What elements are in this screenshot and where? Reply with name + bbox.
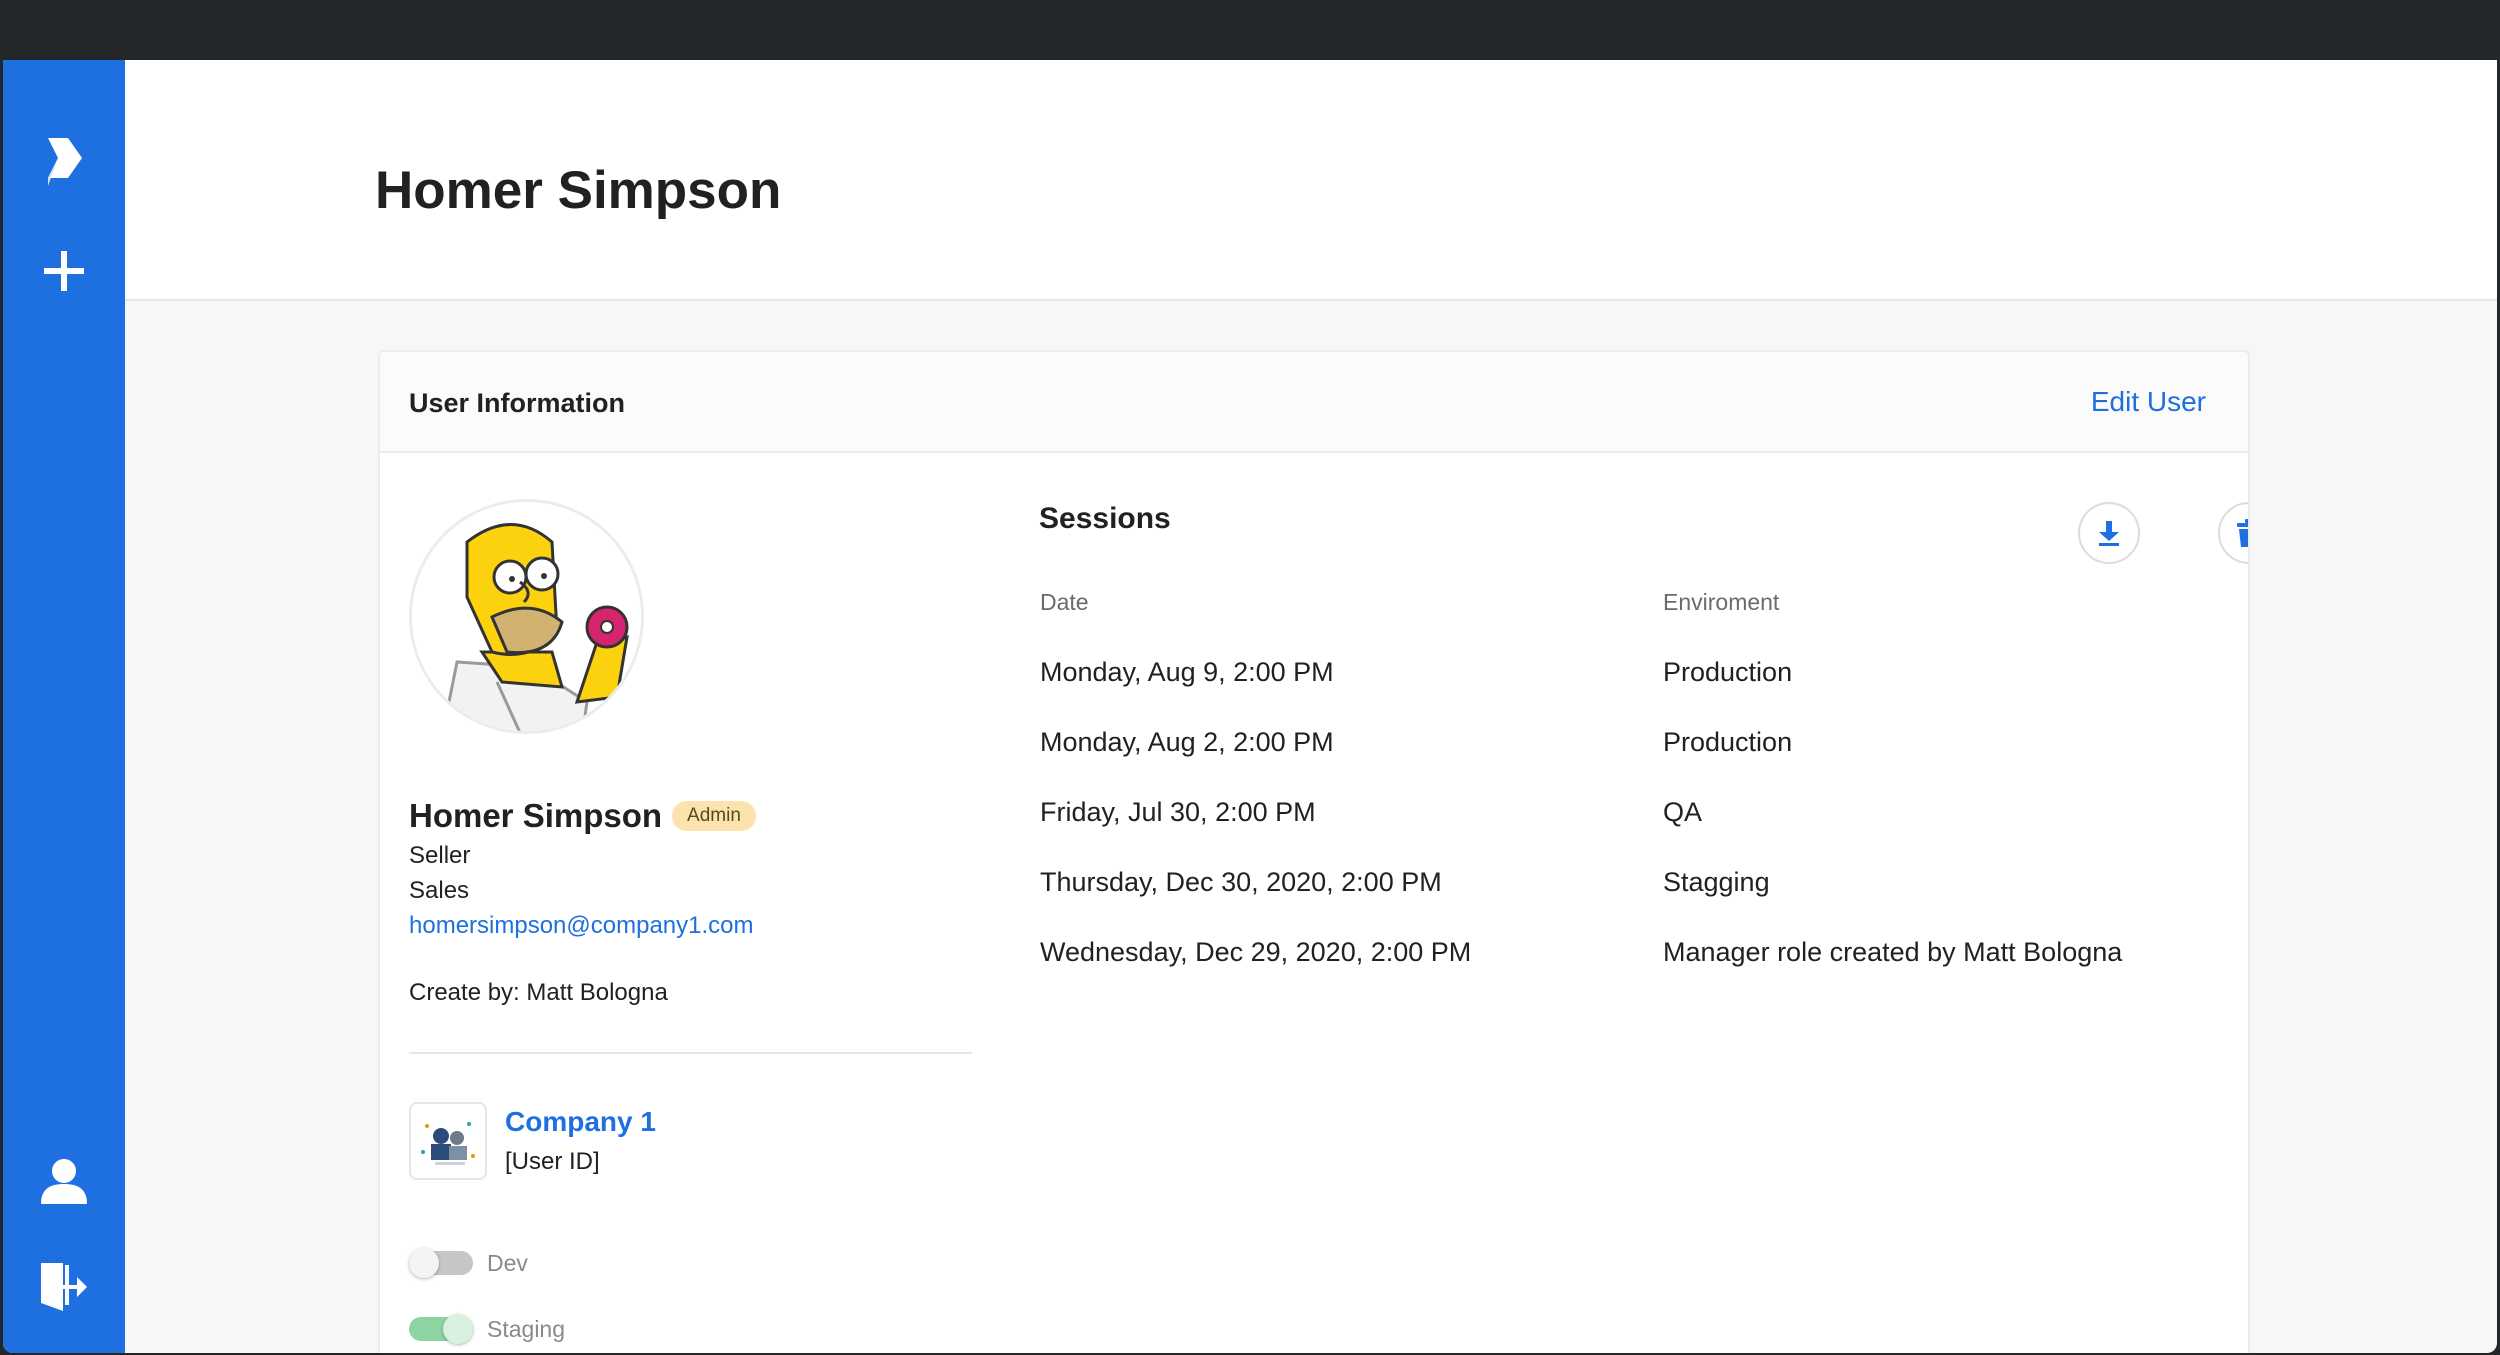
col-header-environment: Enviroment	[1663, 589, 1780, 615]
card-header: User Information Edit User	[380, 352, 2248, 453]
logo-icon[interactable]	[3, 122, 125, 202]
company-user-id: [User ID]	[505, 1148, 600, 1175]
session-date: Wednesday, Dec 29, 2020, 2:00 PM	[1040, 937, 1472, 967]
session-env: Production	[1663, 657, 1793, 687]
app-window: Homer Simpson User Information Edit User	[3, 60, 2497, 1353]
add-icon[interactable]	[3, 231, 125, 311]
session-env: Manager role created by Matt Bologna	[1663, 937, 2123, 967]
session-date: Friday, Jul 30, 2:00 PM	[1040, 797, 1316, 827]
user-info-card: User Information Edit User Homer Simpson…	[378, 350, 2250, 1353]
col-header-date: Date	[1040, 589, 1089, 615]
session-env: Stagging	[1663, 867, 1770, 897]
download-button[interactable]	[2078, 502, 2140, 564]
env-toggle-row-staging: Staging	[409, 1314, 565, 1344]
page-title: Homer Simpson	[375, 161, 782, 220]
staging-toggle[interactable]	[409, 1314, 473, 1344]
toggle-label-staging: Staging	[487, 1315, 566, 1342]
session-env: QA	[1663, 797, 1703, 827]
sessions-title: Sessions	[1039, 502, 1171, 535]
toggle-label-dev: Dev	[487, 1249, 528, 1276]
session-date: Thursday, Dec 30, 2020, 2:00 PM	[1040, 867, 1442, 897]
dev-toggle[interactable]	[409, 1248, 473, 1278]
session-row: Monday, Aug 9, 2:00 PM Production	[380, 657, 2248, 707]
logout-icon[interactable]	[3, 1247, 125, 1327]
edit-user-link[interactable]: Edit User	[2091, 386, 2206, 418]
divider	[409, 1052, 972, 1054]
delete-button[interactable]	[2218, 502, 2248, 564]
card-title: User Information	[409, 388, 626, 418]
session-row: Monday, Aug 2, 2:00 PM Production	[380, 727, 2248, 777]
page-header: Homer Simpson	[125, 60, 2497, 301]
session-row: Wednesday, Dec 29, 2020, 2:00 PM Manager…	[380, 937, 2248, 987]
company-logo	[409, 1102, 487, 1180]
company-name-link[interactable]: Company 1	[505, 1106, 656, 1138]
session-date: Monday, Aug 9, 2:00 PM	[1040, 657, 1334, 687]
env-toggle-row-dev: Dev	[409, 1248, 528, 1278]
session-date: Monday, Aug 2, 2:00 PM	[1040, 727, 1334, 757]
sidebar	[3, 60, 125, 1353]
session-row: Friday, Jul 30, 2:00 PM QA	[380, 797, 2248, 847]
session-row: Thursday, Dec 30, 2020, 2:00 PM Stagging	[380, 867, 2248, 917]
session-env: Production	[1663, 727, 1793, 757]
download-icon	[2099, 521, 2119, 546]
user-profile-icon[interactable]	[3, 1141, 125, 1221]
main-content: Homer Simpson User Information Edit User	[125, 60, 2497, 1353]
trash-icon	[2237, 519, 2248, 547]
